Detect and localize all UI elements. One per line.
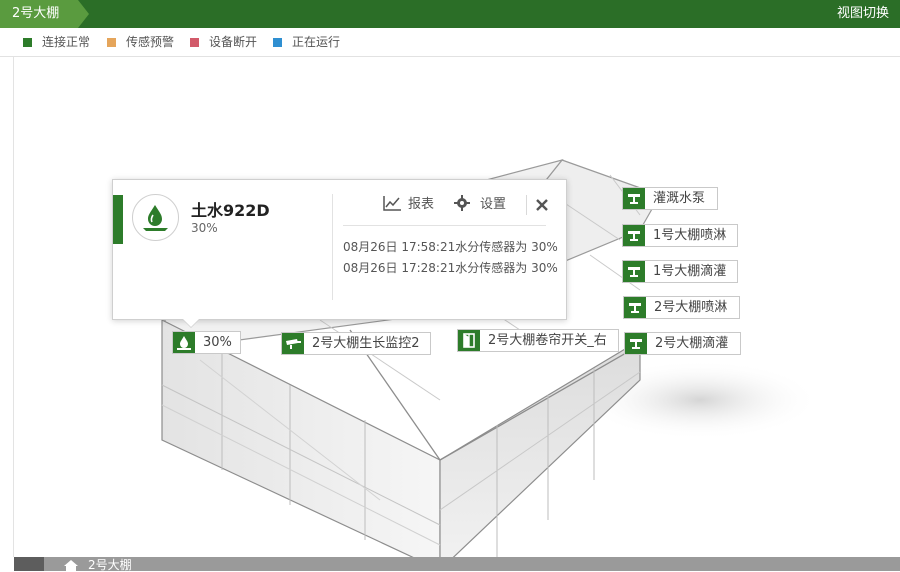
water-drop-icon <box>173 332 195 353</box>
view-switch-button[interactable]: 视图切换 <box>837 0 889 28</box>
device-label: 1号大棚滴灌 <box>653 264 727 279</box>
divider <box>343 225 546 226</box>
sensor-name: 土水922D <box>191 201 270 220</box>
bottom-bar-handle[interactable] <box>14 557 44 571</box>
soil-moisture-icon <box>132 194 179 241</box>
legend-item-running: 正在运行 <box>273 28 340 56</box>
status-accent-bar <box>113 195 123 244</box>
device-growth-camera-2[interactable]: 2号大棚生长监控2 <box>281 332 431 355</box>
legend-swatch <box>107 38 116 47</box>
legend-swatch <box>190 38 199 47</box>
bottom-bar <box>14 557 900 571</box>
toolbar-divider <box>526 195 527 215</box>
valve-icon <box>624 297 646 318</box>
home-icon <box>64 560 78 571</box>
valve-icon <box>625 333 647 354</box>
device-irrigation-pump[interactable]: 灌溉水泵 <box>622 187 718 210</box>
valve-icon <box>623 188 645 209</box>
popup-pointer-fill <box>183 319 199 327</box>
bottom-tab-label[interactable]: 2号大棚 <box>88 558 132 572</box>
report-button[interactable]: 报表 <box>382 195 434 214</box>
top-bar: 2号大棚 视图切换 <box>0 0 900 28</box>
line-chart-icon <box>383 196 401 211</box>
legend-item-disconnected: 设备断开 <box>190 28 257 56</box>
divider <box>332 194 333 300</box>
device-spray-2[interactable]: 2号大棚喷淋 <box>623 296 740 319</box>
device-spray-1[interactable]: 1号大棚喷淋 <box>622 224 738 247</box>
valve-icon <box>623 225 645 246</box>
log-entry: 08月26日 17:28:21水分传感器为 30% <box>343 261 558 275</box>
device-value: 30% <box>203 335 232 350</box>
settings-button[interactable]: 设置 <box>454 195 506 214</box>
device-curtain-switch-right[interactable]: 2号大棚卷帘开关_右 <box>457 329 619 352</box>
gear-icon <box>454 195 470 211</box>
camera-icon <box>282 333 304 354</box>
legend-bar: 连接正常 传感预警 设备断开 正在运行 <box>0 28 900 57</box>
legend-swatch <box>23 38 32 47</box>
legend-item-connected: 连接正常 <box>23 28 90 56</box>
device-soil-moisture[interactable]: 30% <box>172 331 241 354</box>
door-icon <box>458 330 480 351</box>
device-label: 灌溉水泵 <box>653 191 706 206</box>
device-label: 2号大棚卷帘开关_右 <box>488 333 607 348</box>
legend-swatch <box>273 38 282 47</box>
valve-icon <box>623 261 645 282</box>
device-label: 2号大棚滴灌 <box>655 336 729 351</box>
device-drip-2[interactable]: 2号大棚滴灌 <box>624 332 741 355</box>
legend-item-warning: 传感预警 <box>107 28 174 56</box>
device-label: 2号大棚喷淋 <box>654 300 728 315</box>
close-icon[interactable] <box>534 195 550 213</box>
device-label: 1号大棚喷淋 <box>653 228 727 243</box>
sensor-value: 30% <box>191 221 218 235</box>
breadcrumb-current[interactable]: 2号大棚 <box>0 0 89 28</box>
sensor-detail-popup: 土水922D 30% 报表 设置 08月26日 17:58:21水分传感器为 3… <box>112 179 567 320</box>
log-entry: 08月26日 17:58:21水分传感器为 30% <box>343 240 558 254</box>
device-drip-1[interactable]: 1号大棚滴灌 <box>622 260 738 283</box>
device-label: 2号大棚生长监控2 <box>312 336 420 351</box>
